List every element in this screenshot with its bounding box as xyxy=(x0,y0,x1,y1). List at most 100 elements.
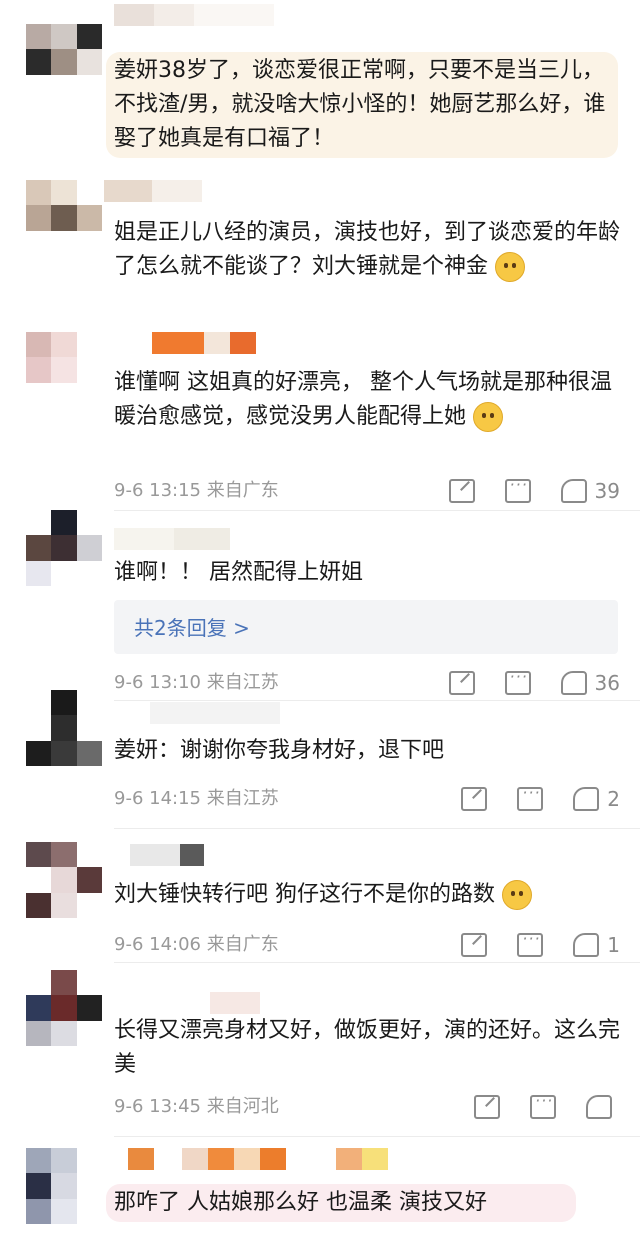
avatar-pixel xyxy=(51,970,77,996)
avatar-pixel xyxy=(51,867,77,893)
comment-location: 来自广东 xyxy=(206,480,279,501)
avatar-pixel xyxy=(51,357,77,383)
avatar-pixel xyxy=(26,535,52,561)
comment-meta: 9-6 14:15 来自江苏 xyxy=(114,786,279,812)
avatar-pixel xyxy=(51,1198,77,1224)
laugh-cry-emoji xyxy=(473,402,504,432)
avatar-pixel xyxy=(76,205,102,231)
comment-button[interactable] xyxy=(504,667,531,695)
avatar-pixel xyxy=(76,49,102,75)
comment-icon xyxy=(504,667,531,695)
like-button[interactable]: 36 xyxy=(560,671,620,695)
comment-icon xyxy=(517,929,544,957)
share-button[interactable] xyxy=(448,479,475,503)
comment-button[interactable] xyxy=(517,929,544,957)
smile-emoji xyxy=(495,252,526,282)
avatar-pixel xyxy=(26,74,52,100)
avatar[interactable] xyxy=(26,24,102,100)
avatar-pixel xyxy=(26,180,52,206)
avatar-pixel xyxy=(76,332,102,358)
like-icon xyxy=(586,1095,612,1119)
avatar-pixel xyxy=(26,510,52,536)
avatar-pixel xyxy=(26,1173,52,1199)
username-redacted[interactable] xyxy=(210,992,260,1014)
like-icon xyxy=(573,933,600,957)
avatar-pixel xyxy=(76,510,102,536)
divider xyxy=(114,700,640,701)
comment-actions: 36 xyxy=(419,667,620,698)
avatar[interactable] xyxy=(26,332,102,408)
share-icon xyxy=(448,671,475,695)
divider xyxy=(114,828,640,829)
comment-text: 姐是正儿八经的演员，演技也好，到了谈恋爱的年龄了怎么就不能谈了？刘大锤就是个神金 xyxy=(114,216,624,284)
avatar-pixel xyxy=(76,995,102,1021)
comment-text: 姜妍38岁了，谈恋爱很正常啊，只要不是当三儿，不找渣/男，就没啥大惊小怪的！她厨… xyxy=(106,52,624,158)
share-button[interactable] xyxy=(461,933,488,957)
comment-text: 那咋了 人姑娘那么好 也温柔 演技又好 xyxy=(106,1184,624,1222)
comment-location: 来自广东 xyxy=(206,934,279,955)
comment-location: 来自江苏 xyxy=(206,672,279,693)
comment-button[interactable] xyxy=(517,783,544,811)
like-button[interactable]: 39 xyxy=(560,479,620,503)
comment-icon xyxy=(530,1091,556,1119)
avatar-pixel xyxy=(76,690,102,716)
username-redacted[interactable] xyxy=(152,332,256,354)
comment-button[interactable] xyxy=(530,1091,556,1119)
avatar-pixel xyxy=(26,49,52,75)
like-icon xyxy=(560,671,587,695)
comment-date: 9-6 14:06 xyxy=(114,934,201,955)
username-redacted[interactable] xyxy=(150,702,280,724)
avatar-pixel xyxy=(26,995,52,1021)
avatar-pixel xyxy=(26,24,52,50)
share-button[interactable] xyxy=(461,787,488,811)
share-button[interactable] xyxy=(474,1095,500,1119)
view-replies-link[interactable]: 共2条回复 > xyxy=(134,612,250,641)
comment-icon xyxy=(517,783,544,811)
avatar-pixel xyxy=(51,1173,77,1199)
username-redacted[interactable] xyxy=(104,180,202,202)
share-icon xyxy=(474,1095,500,1119)
like-icon xyxy=(560,479,587,503)
like-button[interactable]: 1 xyxy=(573,933,620,957)
avatar-pixel xyxy=(76,715,102,741)
like-button[interactable] xyxy=(586,1095,620,1119)
avatar[interactable] xyxy=(26,1148,102,1224)
comment-button[interactable] xyxy=(504,475,531,503)
avatar-pixel xyxy=(51,180,77,206)
avatar-pixel xyxy=(76,970,102,996)
avatar-pixel xyxy=(76,867,102,893)
comment-actions xyxy=(444,1091,620,1122)
avatar-pixel xyxy=(76,382,102,408)
comment-meta: 9-6 13:15 来自广东 xyxy=(114,478,279,504)
like-count: 2 xyxy=(607,787,620,811)
avatar-pixel xyxy=(76,560,102,586)
avatar-pixel xyxy=(26,867,52,893)
avatar-pixel xyxy=(26,740,52,766)
username-redacted[interactable] xyxy=(114,4,274,26)
username-redacted[interactable] xyxy=(114,528,230,550)
avatar-pixel xyxy=(76,740,102,766)
avatar-pixel xyxy=(76,1198,102,1224)
username-redacted[interactable] xyxy=(128,1148,388,1170)
avatar[interactable] xyxy=(26,842,102,918)
avatar-pixel xyxy=(76,842,102,868)
avatar-pixel xyxy=(76,24,102,50)
avatar[interactable] xyxy=(26,180,102,256)
avatar-pixel xyxy=(26,1020,52,1046)
avatar[interactable] xyxy=(26,970,102,1046)
username-redacted[interactable] xyxy=(130,844,204,866)
comment-date: 9-6 13:10 xyxy=(114,672,201,693)
like-count: 1 xyxy=(607,933,620,957)
comment-actions: 2 xyxy=(431,783,620,814)
avatar-pixel xyxy=(51,995,77,1021)
reply-box[interactable]: 共2条回复 > xyxy=(114,600,618,654)
like-icon xyxy=(573,787,600,811)
like-button[interactable]: 2 xyxy=(573,787,620,811)
avatar[interactable] xyxy=(26,510,102,586)
comment-text: 长得又漂亮身材又好，做饭更好，演的还好。这么完美 xyxy=(114,1018,621,1077)
comment-date: 9-6 14:15 xyxy=(114,788,201,809)
divider xyxy=(114,1136,640,1137)
avatar-pixel xyxy=(26,382,52,408)
avatar[interactable] xyxy=(26,690,102,766)
share-button[interactable] xyxy=(448,671,475,695)
